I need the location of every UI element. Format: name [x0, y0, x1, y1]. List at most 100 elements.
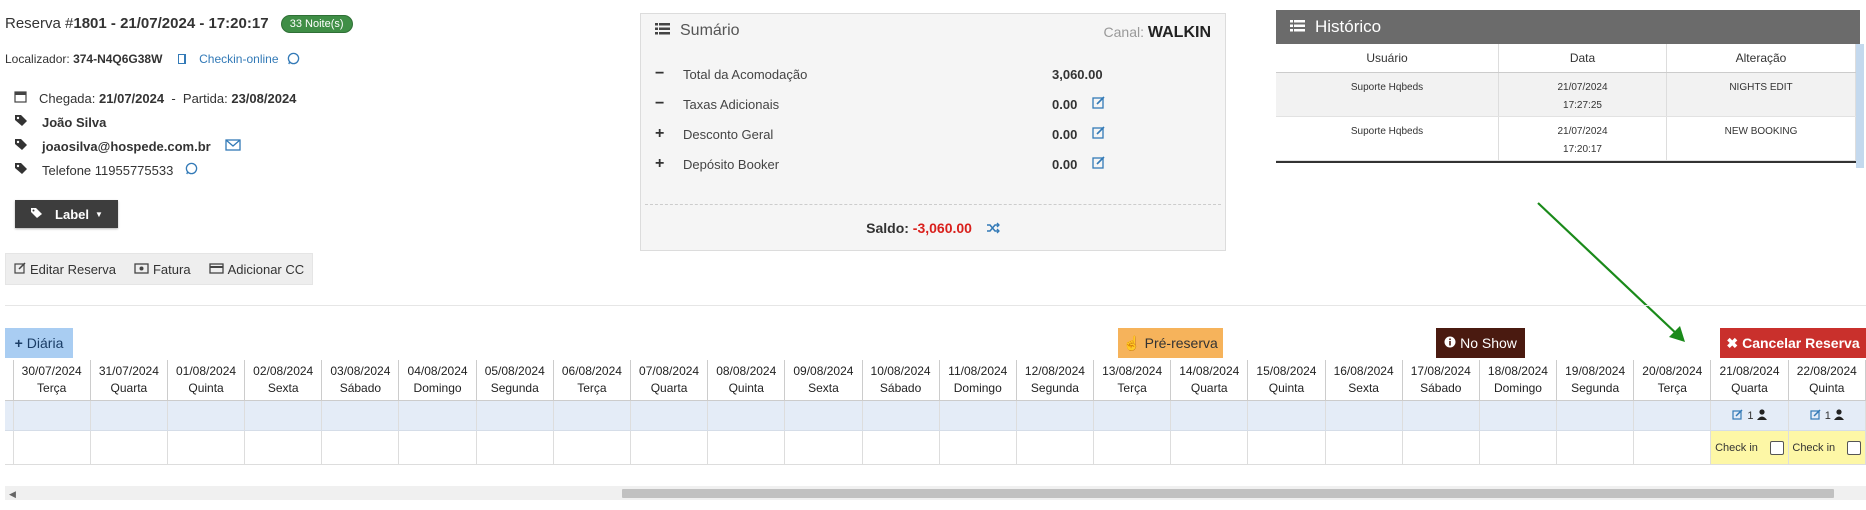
- shuffle-icon[interactable]: [986, 221, 1000, 237]
- grid-checkin-cell: [1170, 430, 1249, 465]
- grid-day-header: 19/08/2024 Segunda: [1556, 360, 1635, 401]
- grid-checkin-cell[interactable]: Check in: [1788, 430, 1866, 465]
- grid-checkin-cell: [1633, 430, 1712, 465]
- grid-guest-cell: [13, 400, 91, 431]
- edit-icon[interactable]: [1092, 96, 1106, 112]
- summary-row-label: Total da Acomodação: [683, 67, 808, 82]
- edit-icon: [14, 261, 26, 277]
- dates-separator: -: [171, 90, 176, 106]
- grid-guest-cell: [939, 400, 1017, 431]
- grid-day-header: 10/08/2024 Sábado: [862, 360, 940, 401]
- envelope-icon[interactable]: [225, 138, 241, 154]
- pre-booking-label: Pré-reserva: [1144, 335, 1218, 351]
- edit-icon[interactable]: [1092, 126, 1106, 142]
- grid-checkin-cell[interactable]: Check in: [1710, 430, 1789, 465]
- cancel-reservation-button[interactable]: ✖ Cancelar Reserva: [1720, 328, 1866, 358]
- history-table: Usuário Data Alteração Suporte Hqbeds 21…: [1276, 44, 1856, 161]
- grid-day-date: 16/08/2024: [1333, 364, 1394, 378]
- grid-checkin-cell: [939, 430, 1017, 465]
- grid-day-weekday: Quinta: [1268, 381, 1305, 395]
- grid-day-weekday: Domingo: [953, 381, 1002, 395]
- history-change: NEW BOOKING: [1666, 116, 1856, 161]
- grid-day-header: 14/08/2024 Quarta: [1170, 360, 1249, 401]
- grid-day-header: 05/08/2024 Segunda: [476, 360, 554, 401]
- grid-guest-cell: [90, 400, 168, 431]
- grid-day-weekday: Sábado: [339, 381, 382, 395]
- grid-checkin-cell: [553, 430, 631, 465]
- arrival-value: 21/07/2024: [99, 90, 165, 106]
- edit-icon[interactable]: [1810, 408, 1822, 423]
- edit-icon[interactable]: [1732, 408, 1744, 423]
- edit-icon[interactable]: [1092, 156, 1106, 172]
- label-dropdown-button[interactable]: Label ▼: [15, 200, 118, 228]
- guest-name-row: João Silva: [14, 114, 106, 130]
- grid-day-date: 04/08/2024: [407, 364, 468, 378]
- history-col-user: Usuário: [1276, 44, 1499, 73]
- history-time-value: 17:27:25: [1563, 100, 1602, 111]
- phone-row: Telefone 11955775533: [14, 162, 198, 178]
- grid-checkin-cell: [476, 430, 554, 465]
- add-cc-label: Adicionar CC: [227, 261, 305, 277]
- scroll-left-icon[interactable]: ◀: [9, 489, 16, 500]
- grid-guest-cell[interactable]: 1: [1788, 400, 1866, 431]
- grid-guest-cell[interactable]: 1: [1710, 400, 1789, 431]
- grid-day-date: 09/08/2024: [793, 364, 854, 378]
- no-show-button[interactable]: No Show: [1436, 328, 1525, 358]
- grid-day-header: 21/08/2024 Quarta: [1710, 360, 1789, 401]
- edit-reservation-label: Editar Reserva: [30, 261, 116, 277]
- caret-down-icon: ▼: [95, 209, 103, 219]
- grid-day-weekday: Quinta: [1809, 381, 1845, 395]
- pre-booking-button[interactable]: ☝ Pré-reserva: [1118, 328, 1223, 358]
- grid-guest-cell: [476, 400, 554, 431]
- guest-count: 1: [1747, 409, 1754, 422]
- checkin-online-link[interactable]: Checkin-online: [199, 52, 278, 66]
- add-cc-button[interactable]: Adicionar CC: [208, 261, 305, 277]
- grid-day-date: 07/08/2024: [639, 364, 700, 378]
- add-daily-button[interactable]: + Diária: [5, 328, 73, 358]
- scrollbar-thumb[interactable]: [622, 489, 1834, 498]
- reservation-title: Reserva #1801 - 21/07/2024 - 17:20:17 33…: [5, 15, 353, 34]
- grid-day-weekday: Sábado: [879, 381, 922, 395]
- grid-day-header: 30/07/2024 Terça: [13, 360, 91, 401]
- guest-email-row: joaosilva@hospede.com.br: [14, 138, 241, 154]
- horizontal-scrollbar[interactable]: ◀: [5, 486, 1866, 500]
- hand-pointer-icon: ☝: [1123, 334, 1141, 351]
- checkin-checkbox[interactable]: [1769, 440, 1784, 455]
- grid-checkin-cell: [862, 430, 940, 465]
- channel-value: WALKIN: [1147, 24, 1211, 41]
- grid-edge-cell: [5, 430, 14, 465]
- invoice-button[interactable]: Fatura: [134, 262, 191, 277]
- summary-divider: [645, 204, 1221, 205]
- whatsapp-icon[interactable]: [287, 52, 300, 68]
- grid-checkin-cell: [244, 430, 323, 465]
- history-bottom-border: [1276, 161, 1856, 163]
- user-icon: [1756, 408, 1767, 423]
- tag-icon: [30, 207, 43, 222]
- grid-guest-cell: [1556, 400, 1635, 431]
- grid-day-date: 20/08/2024: [1642, 364, 1703, 378]
- grid-day-date: 05/08/2024: [484, 364, 545, 378]
- grid-guest-cell: [630, 400, 709, 431]
- checkin-checkbox[interactable]: [1847, 440, 1862, 455]
- history-change: NIGHTS EDIT: [1666, 72, 1856, 117]
- grid-edge-cell: [5, 360, 14, 401]
- book-icon[interactable]: [176, 53, 188, 68]
- whatsapp-icon[interactable]: [185, 162, 198, 178]
- grid-day-header: 04/08/2024 Domingo: [398, 360, 477, 401]
- history-panel: Histórico Usuário Data Alteração Suporte…: [1276, 10, 1866, 168]
- history-header: Histórico: [1276, 10, 1860, 44]
- grid-guest-cell: [553, 400, 631, 431]
- summary-header: Sumário: [655, 22, 740, 40]
- grid-day-date: 01/08/2024: [176, 364, 237, 378]
- grid-day-header: 20/08/2024 Terça: [1633, 360, 1712, 401]
- grid-day-weekday: Domingo: [413, 381, 462, 395]
- minus-icon: −: [655, 95, 665, 112]
- history-scrollbar[interactable]: [1856, 44, 1864, 168]
- guest-name: João Silva: [42, 114, 107, 130]
- edit-reservation-button[interactable]: Editar Reserva: [14, 262, 116, 277]
- grid-day-date: 15/08/2024: [1256, 364, 1317, 378]
- summary-row-value: 0.00: [1052, 97, 1078, 112]
- grid-guest-cell: [1633, 400, 1712, 431]
- grid-day-date: 21/08/2024: [1719, 364, 1780, 378]
- grid-day-weekday: Sábado: [1420, 381, 1462, 395]
